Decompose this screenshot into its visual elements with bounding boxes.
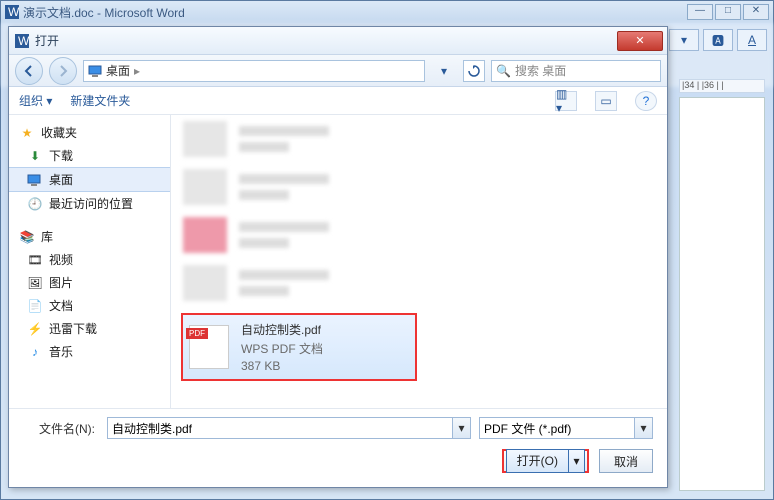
cancel-button[interactable]: 取消 — [599, 449, 653, 473]
sidebar-item-desktop[interactable]: 桌面 — [9, 167, 170, 192]
dialog-body: ★ 收藏夹 ⬇ 下载 桌面 🕘 最近访问的位置 — [9, 115, 667, 408]
chevron-down-icon[interactable]: ▾ — [452, 418, 470, 438]
sidebar-header-favorites[interactable]: ★ 收藏夹 — [9, 121, 170, 144]
dialog-close-button[interactable]: ✕ — [617, 31, 663, 51]
search-icon: 🔍 — [496, 64, 511, 78]
maximize-button[interactable]: □ — [715, 4, 741, 20]
new-folder-button[interactable]: 新建文件夹 — [70, 92, 130, 109]
font-color-button[interactable]: A — [737, 29, 767, 51]
dialog-titlebar: W 打开 ✕ — [9, 27, 667, 55]
search-placeholder: 搜索 桌面 — [515, 62, 566, 79]
chevron-down-icon[interactable]: ▾ — [669, 29, 699, 51]
file-list[interactable]: 自动控制类.pdf WPS PDF 文档 387 KB — [171, 115, 667, 408]
change-styles-button[interactable]: 🅰 — [703, 29, 733, 51]
search-input[interactable]: 🔍 搜索 桌面 — [491, 60, 661, 82]
file-name: 自动控制类.pdf — [241, 321, 323, 338]
desktop-icon — [27, 174, 43, 186]
dialog-navbar: 桌面 ▸ ▾ 🔍 搜索 桌面 — [9, 55, 667, 87]
list-item[interactable] — [171, 115, 667, 163]
filename-input[interactable]: 自动控制类.pdf ▾ — [107, 417, 471, 439]
sidebar-item-documents[interactable]: 📄 文档 — [9, 294, 170, 317]
sidebar: ★ 收藏夹 ⬇ 下载 桌面 🕘 最近访问的位置 — [9, 115, 171, 408]
dialog-title: 打开 — [35, 32, 617, 49]
svg-text:W: W — [18, 34, 29, 48]
nav-forward-button[interactable] — [49, 57, 77, 85]
documents-icon: 📄 — [27, 299, 43, 313]
file-type: WPS PDF 文档 — [241, 340, 323, 357]
sidebar-item-downloads[interactable]: ⬇ 下载 — [9, 144, 170, 167]
file-item-selected[interactable]: 自动控制类.pdf WPS PDF 文档 387 KB — [181, 313, 417, 381]
word-page — [679, 97, 765, 491]
list-item[interactable] — [171, 211, 667, 259]
file-type-filter[interactable]: PDF 文件 (*.pdf) ▾ — [479, 417, 653, 439]
word-ruler: |34 | |36 | | — [679, 79, 765, 93]
close-button[interactable]: ✕ — [743, 4, 769, 20]
pictures-icon: 🖼 — [27, 276, 43, 290]
list-item[interactable] — [171, 259, 667, 307]
list-item[interactable] — [171, 163, 667, 211]
star-icon: ★ — [19, 126, 35, 140]
music-icon: ♪ — [27, 345, 43, 359]
open-button[interactable]: 打开(O) — [506, 449, 569, 473]
word-title: 演示文档.doc - Microsoft Word — [23, 4, 687, 21]
open-button-dropdown[interactable]: ▾ — [569, 449, 585, 473]
breadcrumb-root[interactable]: 桌面 — [106, 62, 130, 79]
sidebar-item-pictures[interactable]: 🖼 图片 — [9, 271, 170, 294]
sidebar-item-music[interactable]: ♪ 音乐 — [9, 340, 170, 363]
dialog-toolbar: 组织 ▾ 新建文件夹 ▥ ▾ ▭ ? — [9, 87, 667, 115]
chevron-down-icon[interactable]: ▾ — [634, 418, 652, 438]
dialog-bottom: 文件名(N): 自动控制类.pdf ▾ PDF 文件 (*.pdf) ▾ 打开(… — [9, 408, 667, 487]
word-app-icon: W — [5, 5, 19, 19]
pdf-icon — [189, 325, 229, 369]
view-options-button[interactable]: ▥ ▾ — [555, 91, 577, 111]
word-doc-icon: W — [15, 34, 29, 48]
filename-label: 文件名(N): — [23, 420, 99, 437]
organize-menu[interactable]: 组织 ▾ — [19, 92, 52, 109]
sidebar-libraries: 📚 库 🎞 视频 🖼 图片 📄 文档 ⚡ 迅雷下载 — [9, 225, 170, 363]
file-meta: 自动控制类.pdf WPS PDF 文档 387 KB — [241, 321, 323, 373]
preview-pane-button[interactable]: ▭ — [595, 91, 617, 111]
word-titlebar: W 演示文档.doc - Microsoft Word — □ ✕ — [1, 1, 773, 23]
filename-value: 自动控制类.pdf — [112, 420, 192, 437]
thunder-icon: ⚡ — [27, 322, 43, 336]
sidebar-header-libraries[interactable]: 📚 库 — [9, 225, 170, 248]
sidebar-item-videos[interactable]: 🎞 视频 — [9, 248, 170, 271]
breadcrumb-sep: ▸ — [134, 64, 140, 78]
refresh-button[interactable] — [463, 60, 485, 82]
recent-icon: 🕘 — [27, 197, 43, 211]
download-icon: ⬇ — [27, 149, 43, 163]
libraries-icon: 📚 — [19, 230, 35, 244]
svg-text:W: W — [8, 5, 19, 19]
video-icon: 🎞 — [27, 253, 43, 267]
file-size: 387 KB — [241, 359, 323, 373]
word-window-controls: — □ ✕ — [687, 4, 769, 20]
open-button-highlight: 打开(O) ▾ — [502, 449, 589, 473]
help-button[interactable]: ? — [635, 91, 657, 111]
sidebar-item-thunder[interactable]: ⚡ 迅雷下载 — [9, 317, 170, 340]
nav-back-button[interactable] — [15, 57, 43, 85]
open-dialog: W 打开 ✕ 桌面 ▸ ▾ 🔍 搜索 桌面 组织 ▾ 新建文件夹 — [8, 26, 668, 488]
desktop-icon — [88, 65, 102, 77]
sidebar-item-recent[interactable]: 🕘 最近访问的位置 — [9, 192, 170, 215]
address-dropdown[interactable]: ▾ — [431, 59, 457, 83]
sidebar-favorites: ★ 收藏夹 ⬇ 下载 桌面 🕘 最近访问的位置 — [9, 121, 170, 215]
filter-value: PDF 文件 (*.pdf) — [484, 420, 571, 437]
minimize-button[interactable]: — — [687, 4, 713, 20]
address-bar[interactable]: 桌面 ▸ — [83, 60, 425, 82]
